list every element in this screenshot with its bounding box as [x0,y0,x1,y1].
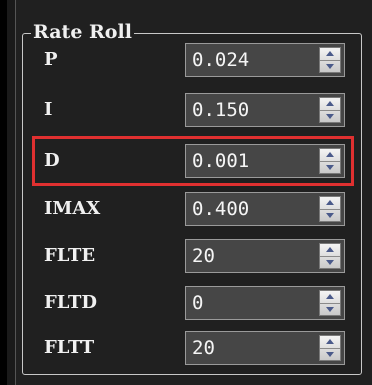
spin-divider [320,161,340,162]
spin-divider [320,348,340,349]
param-label-fltd: FLTD [44,292,97,313]
spinbox-fltd[interactable]: 0 [185,286,345,320]
param-label-i: I [44,99,53,120]
spinbox-value-i[interactable]: 0.150 [192,94,249,126]
spinbox-fltt[interactable]: 20 [185,331,345,365]
spinbox-value-flte[interactable]: 20 [192,240,215,272]
spin-buttons-p[interactable] [319,47,341,73]
param-row-d: D 0.001 [32,141,352,181]
param-label-flte: FLTE [44,245,96,266]
spinbox-d[interactable]: 0.001 [185,144,345,178]
spinbox-flte[interactable]: 20 [185,239,345,273]
arrow-down-icon[interactable] [326,307,334,312]
arrow-down-icon[interactable] [326,352,334,357]
spin-buttons-d[interactable] [319,148,341,174]
arrow-down-icon[interactable] [326,114,334,119]
spin-buttons-fltt[interactable] [319,335,341,361]
param-label-imax: IMAX [44,198,101,219]
spinbox-p[interactable]: 0.024 [185,43,345,77]
param-label-p: P [44,49,58,70]
spinbox-value-d[interactable]: 0.001 [192,145,249,177]
arrow-up-icon[interactable] [326,51,334,56]
spin-divider [320,209,340,210]
param-row-fltt: FLTT 20 [32,328,352,368]
arrow-up-icon[interactable] [326,152,334,157]
arrow-down-icon[interactable] [326,165,334,170]
param-row-fltd: FLTD 0 [32,283,352,323]
spinbox-imax[interactable]: 0.400 [185,192,345,226]
spinbox-value-fltd[interactable]: 0 [192,287,203,319]
arrow-up-icon[interactable] [326,339,334,344]
spin-divider [320,110,340,111]
spinbox-i[interactable]: 0.150 [185,93,345,127]
window-edge [0,0,7,385]
spin-divider [320,303,340,304]
spin-buttons-imax[interactable] [319,196,341,222]
param-row-i: I 0.150 [32,90,352,130]
param-row-p: P 0.024 [32,40,352,80]
param-label-d: D [44,150,60,171]
spin-buttons-flte[interactable] [319,243,341,269]
arrow-down-icon[interactable] [326,260,334,265]
spin-divider [320,256,340,257]
param-row-imax: IMAX 0.400 [32,189,352,229]
spinbox-value-p[interactable]: 0.024 [192,44,249,76]
param-label-fltt: FLTT [44,337,95,358]
spin-divider [320,60,340,61]
spinbox-value-imax[interactable]: 0.400 [192,193,249,225]
spinbox-value-fltt[interactable]: 20 [192,332,215,364]
arrow-up-icon[interactable] [326,294,334,299]
arrow-up-icon[interactable] [326,200,334,205]
splitter-bar[interactable] [7,0,16,385]
arrow-up-icon[interactable] [326,247,334,252]
param-row-flte: FLTE 20 [32,236,352,276]
arrow-down-icon[interactable] [326,213,334,218]
arrow-down-icon[interactable] [326,64,334,69]
arrow-up-icon[interactable] [326,101,334,106]
spin-buttons-fltd[interactable] [319,290,341,316]
spin-buttons-i[interactable] [319,97,341,123]
